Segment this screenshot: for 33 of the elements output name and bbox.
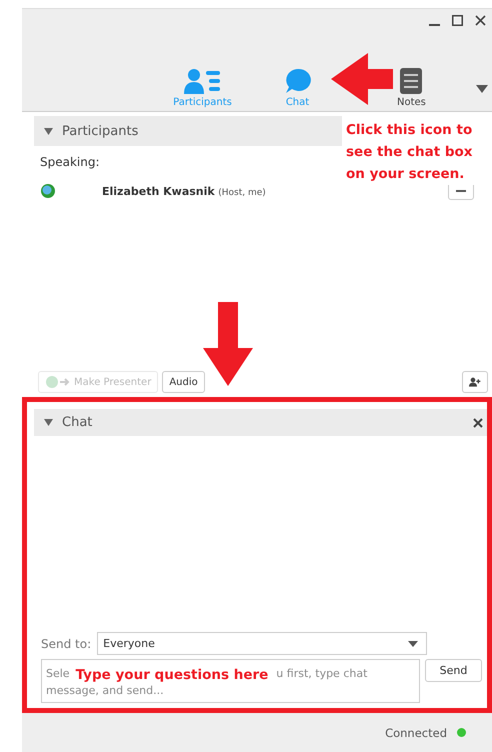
placeholder-text: u first, type chat <box>276 666 368 680</box>
send-to-label: Send to: <box>41 636 92 650</box>
panel-title: Participants <box>62 124 138 138</box>
status-circle-icon <box>40 183 56 199</box>
dropdown-caret-icon <box>408 640 418 646</box>
recipient-dropdown[interactable]: Everyone <box>97 632 427 655</box>
panel-title: Chat <box>62 415 92 430</box>
people-list-icon <box>184 68 222 94</box>
placeholder-text: Sele <box>46 666 70 680</box>
dash-icon <box>456 190 466 192</box>
presenter-icon <box>45 375 71 389</box>
dropdown-caret-icon[interactable] <box>476 85 488 93</box>
participant-name: Elizabeth Kwasnik (Host, me) <box>102 184 266 198</box>
placeholder-text: message, and send... <box>46 684 164 697</box>
panel-header[interactable]: Chat <box>34 409 487 436</box>
close-icon[interactable] <box>475 15 486 26</box>
speaking-label: Speaking: <box>40 155 100 169</box>
panel-button[interactable]: Audio <box>162 371 205 393</box>
add-person-icon <box>469 375 481 389</box>
maximize-icon[interactable] <box>452 15 463 26</box>
status-text: Connected <box>385 726 447 740</box>
collapse-caret-icon[interactable] <box>44 128 53 134</box>
close-icon[interactable] <box>473 418 483 428</box>
panel-header[interactable]: Participants <box>34 116 342 146</box>
chat-message-field[interactable]: Sele Type your questions here u first, type chat message, and send... <box>41 659 420 703</box>
tab[interactable]: Notes <box>397 68 426 111</box>
add-person-button[interactable] <box>462 371 488 393</box>
speech-bubble-icon <box>284 68 310 94</box>
notes-icon <box>400 68 422 94</box>
annotation-text: Type your questions here <box>76 666 268 682</box>
left-arrow-annotation <box>331 53 393 105</box>
send-button[interactable]: Send <box>425 659 482 682</box>
collapse-caret-icon[interactable] <box>44 419 53 426</box>
